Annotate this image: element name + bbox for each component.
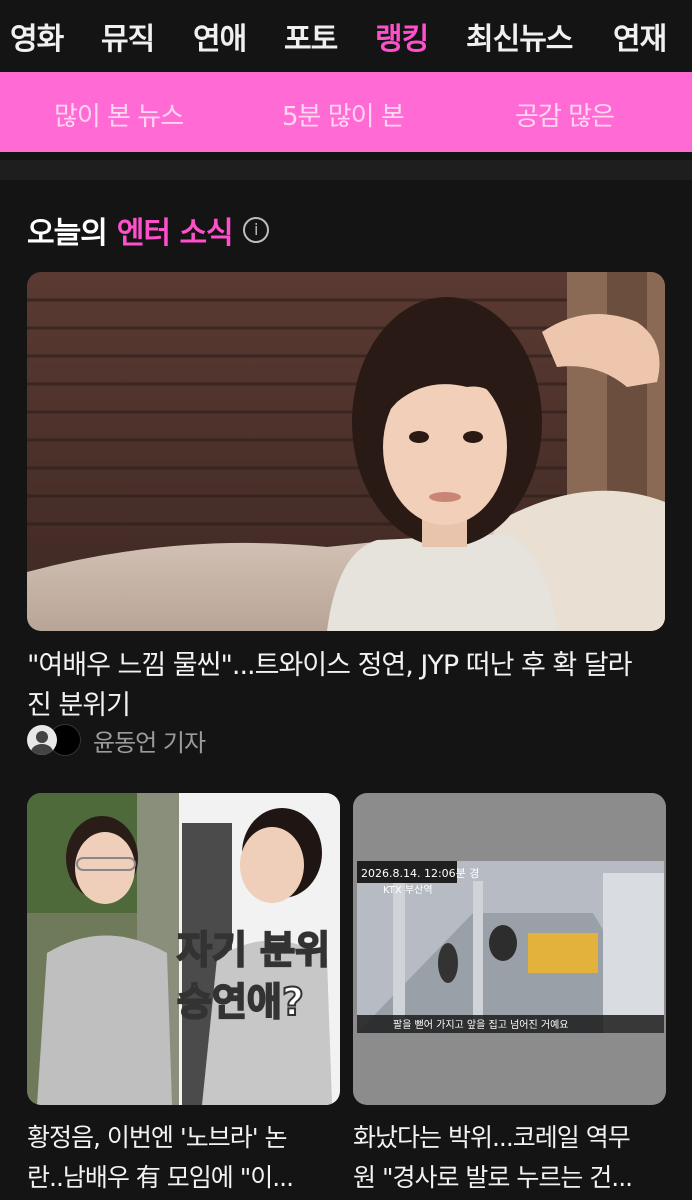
info-icon[interactable]: i xyxy=(242,217,269,243)
card-1-title[interactable]: 황정음, 이번엔 '노브라' 논 란..남배우 有 모임에 "이... xyxy=(27,1118,343,1198)
card-2-title-line-2: 원 "경사로 발로 누르는 건... xyxy=(353,1163,633,1192)
reporter-name[interactable]: 윤동언 기자 xyxy=(93,723,206,758)
tab-latest-news[interactable]: 최신뉴스 xyxy=(466,14,573,58)
cctv-caption: 팔을 뻗어 가지고 앞을 집고 넘어진 거예요 xyxy=(393,1019,568,1031)
card-2-title[interactable]: 화났다는 박위...코레일 역무 원 "경사로 발로 누르는 건... xyxy=(353,1118,669,1198)
tab-photo[interactable]: 포토 xyxy=(284,14,338,58)
card-2-title-line-1: 화났다는 박위...코레일 역무 xyxy=(353,1123,631,1152)
section-title: 오늘의 엔터 소식 i xyxy=(27,208,269,252)
card-1-title-line-1: 황정음, 이번엔 '노브라' 논 xyxy=(27,1123,288,1152)
section-divider xyxy=(0,160,692,180)
tab-entertainment[interactable]: 연애 xyxy=(193,14,247,58)
cctv-timestamp: 2026.8.14. 12:06분 경 xyxy=(361,867,479,880)
reporter-avatar xyxy=(27,725,57,755)
card-1-overlay-line-1: 자기 분위 xyxy=(177,928,330,972)
card-1-photo: 자기 분위 승연애? xyxy=(27,793,340,1105)
hero-photo xyxy=(27,272,665,631)
hero-title-line-2: 진 분위기 xyxy=(27,690,131,721)
hero-article-title[interactable]: "여배우 느낌 물씬"...트와이스 정연, JYP 떠난 후 확 달라 진 분… xyxy=(27,646,667,726)
hero-article-image[interactable] xyxy=(27,272,665,631)
top-nav: 영화 뮤직 연애 포토 랭킹 최신뉴스 연재 xyxy=(0,0,692,72)
tab-ranking[interactable]: 랭킹 xyxy=(375,14,429,58)
ranking-subnav: 많이 본 뉴스 5분 많이 본 공감 많은 xyxy=(0,72,692,152)
subnav-most-liked[interactable]: 공감 많은 xyxy=(515,96,615,133)
card-1-image[interactable]: 자기 분위 승연애? xyxy=(27,793,340,1105)
hero-title-line-1: "여배우 느낌 물씬"...트와이스 정연, JYP 떠난 후 확 달라 xyxy=(27,650,633,681)
card-2-photo: 2026.8.14. 12:06분 경 KTX 부산역 팔을 뻗어 가지고 앞을… xyxy=(353,793,666,1105)
tab-series[interactable]: 연재 xyxy=(613,14,667,58)
card-2-image[interactable]: 2026.8.14. 12:06분 경 KTX 부산역 팔을 뻗어 가지고 앞을… xyxy=(353,793,666,1105)
cctv-station: KTX 부산역 xyxy=(383,884,433,896)
card-1-overlay-line-2: 승연애? xyxy=(177,980,304,1024)
section-title-accent: 엔터 소식 xyxy=(116,216,234,251)
card-1-title-line-2: 란..남배우 有 모임에 "이... xyxy=(27,1163,294,1192)
subnav-most-viewed[interactable]: 많이 본 뉴스 xyxy=(54,96,184,133)
section-title-prefix: 오늘의 xyxy=(27,216,108,251)
subnav-5min-most-viewed[interactable]: 5분 많이 본 xyxy=(282,96,405,133)
tab-music[interactable]: 뮤직 xyxy=(101,14,155,58)
tab-movie[interactable]: 영화 xyxy=(10,14,64,58)
hero-byline: 윤동언 기자 xyxy=(27,722,206,758)
